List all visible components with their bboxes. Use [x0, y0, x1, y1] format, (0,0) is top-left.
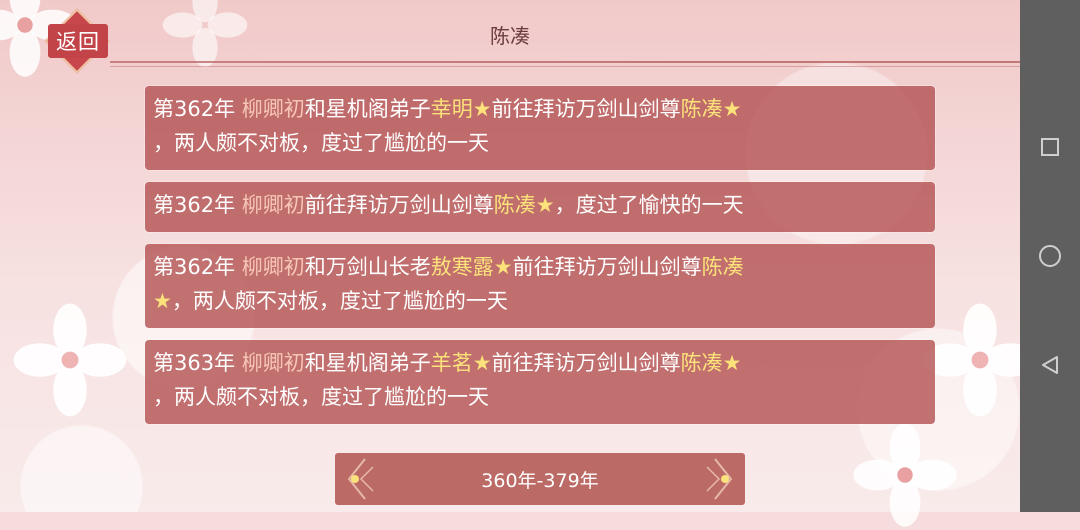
character-name: 柳卿初	[241, 255, 305, 279]
event-card: 第362年 柳卿初和星机阁弟子幸明★前往拜访万剑山剑尊陈凑★ ，两人颇不对板，度…	[145, 86, 935, 170]
event-card: 第362年 柳卿初和万剑山长老敖寒露★前往拜访万剑山剑尊陈凑 ★，两人颇不对板，…	[145, 244, 935, 328]
event-text-segment: 前往拜访万剑山剑尊	[304, 193, 494, 217]
page-title: 陈凑	[490, 24, 530, 48]
event-text-segment: 前往拜访万剑山剑尊	[512, 255, 702, 279]
event-text-segment: ，两人颇不对板，度过了尴尬的一天	[153, 131, 489, 155]
period-label: 360年-379年	[481, 469, 599, 492]
event-text-segment: 和万剑山长老	[304, 255, 431, 279]
character-name: 柳卿初	[241, 193, 305, 217]
period-selector: 360年-379年	[335, 453, 745, 505]
triangle-back-icon	[1042, 356, 1058, 374]
event-text-segment: ，度过了愉快的一天	[554, 193, 744, 217]
circle-icon	[1039, 245, 1061, 267]
event-text-segment: 前往拜访万剑山剑尊	[491, 97, 681, 121]
event-card: 第363年 柳卿初和星机阁弟子羊茗★前往拜访万剑山剑尊陈凑★ ，两人颇不对板，度…	[145, 340, 935, 424]
chevron-left-icon[interactable]	[335, 453, 383, 505]
character-name: 陈凑★	[680, 351, 742, 375]
character-name: 陈凑★	[493, 193, 555, 217]
character-name: 敖寒露★	[430, 255, 513, 279]
system-back-button[interactable]	[1020, 345, 1080, 385]
blossom-decoration	[13, 303, 127, 417]
blossom-decoration	[853, 423, 957, 527]
event-text-segment: 第362年	[153, 255, 242, 279]
title-divider-thin	[110, 66, 1042, 67]
character-name: 陈凑★	[680, 97, 742, 121]
event-text-segment: 第362年	[153, 97, 242, 121]
event-text: 第362年 柳卿初和万剑山长老敖寒露★前往拜访万剑山剑尊陈凑 ★，两人颇不对板，…	[153, 250, 927, 318]
event-card: 第362年 柳卿初前往拜访万剑山剑尊陈凑★，度过了愉快的一天	[145, 182, 935, 232]
character-name: 幸明★	[430, 97, 492, 121]
square-icon	[1041, 138, 1059, 156]
event-text: 第363年 柳卿初和星机阁弟子羊茗★前往拜访万剑山剑尊陈凑★ ，两人颇不对板，度…	[153, 346, 927, 414]
event-text-segment: 第363年	[153, 351, 242, 375]
event-text-segment: 和星机阁弟子	[304, 351, 431, 375]
home-button[interactable]	[1020, 236, 1080, 276]
event-text-segment: ，两人颇不对板，度过了尴尬的一天	[171, 289, 508, 313]
character-name: 柳卿初	[241, 97, 305, 121]
event-text-segment: 前往拜访万剑山剑尊	[491, 351, 681, 375]
character-name: 羊茗★	[430, 351, 492, 375]
system-nav-bar	[1020, 0, 1080, 512]
title-divider	[110, 61, 1042, 63]
event-text: 第362年 柳卿初前往拜访万剑山剑尊陈凑★，度过了愉快的一天	[153, 188, 927, 222]
recent-apps-button[interactable]	[1020, 127, 1080, 167]
event-text-segment: ，两人颇不对板，度过了尴尬的一天	[153, 385, 489, 409]
chevron-right-icon[interactable]	[697, 453, 745, 505]
event-text-segment: 和星机阁弟子	[304, 97, 431, 121]
event-text: 第362年 柳卿初和星机阁弟子幸明★前往拜访万剑山剑尊陈凑★ ，两人颇不对板，度…	[153, 92, 927, 160]
event-text-segment: 第362年	[153, 193, 242, 217]
character-name: 柳卿初	[241, 351, 305, 375]
